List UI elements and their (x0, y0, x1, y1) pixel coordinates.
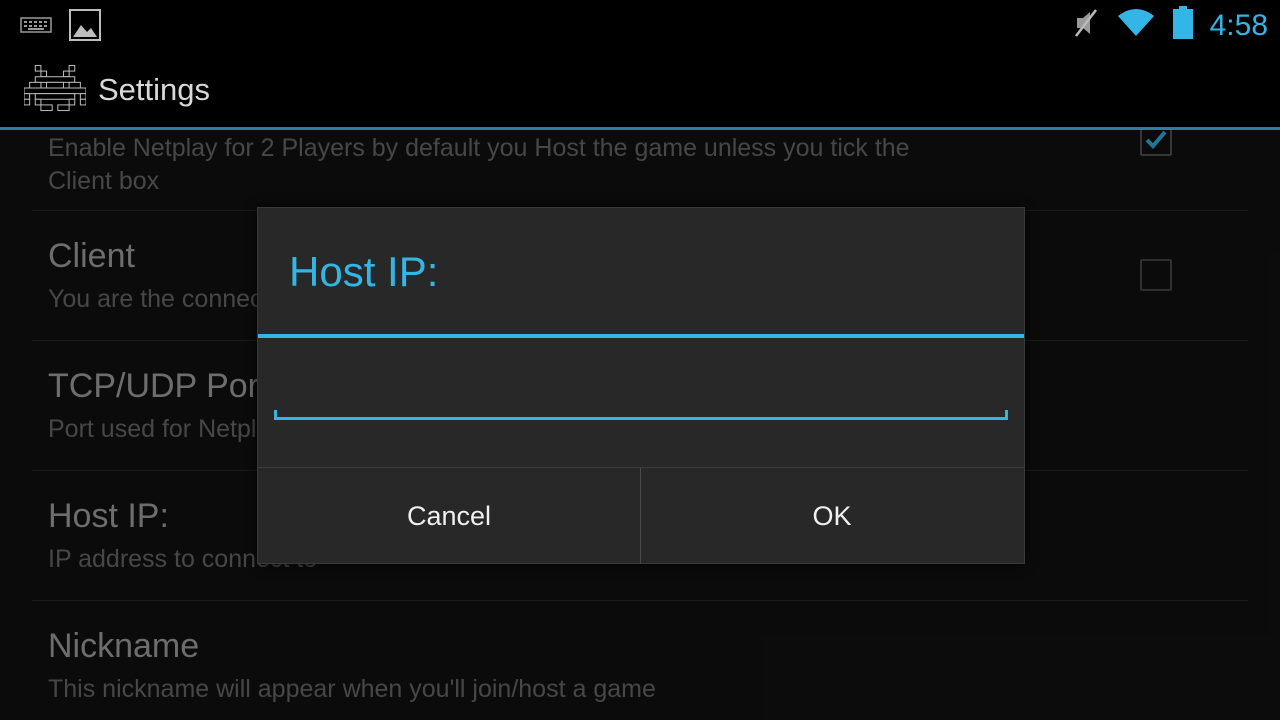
dialog-title: Host IP: (289, 248, 439, 295)
input-underline (274, 417, 1008, 420)
wifi-icon (1116, 8, 1156, 43)
host-ip-dialog: Host IP: Cancel OK (257, 207, 1025, 564)
input-underline-left-tick (274, 410, 277, 420)
host-ip-field[interactable] (274, 388, 1008, 420)
keyboard-icon (20, 16, 52, 39)
host-ip-input[interactable] (278, 388, 1004, 418)
space-invader-icon[interactable] (23, 64, 87, 117)
ok-button[interactable]: OK (641, 468, 1023, 564)
cancel-button[interactable]: Cancel (258, 468, 640, 564)
image-icon (68, 8, 102, 47)
dialog-button-bar: Cancel OK (258, 467, 1024, 564)
dialog-title-divider (258, 334, 1024, 338)
battery-icon (1172, 6, 1194, 45)
clock: 4:58 (1209, 8, 1268, 42)
mute-icon (1072, 8, 1100, 43)
page-title: Settings (98, 72, 211, 107)
input-underline-right-tick (1005, 410, 1008, 420)
status-bar: 4:58 (0, 0, 1280, 50)
action-bar: Settings (0, 50, 1280, 127)
